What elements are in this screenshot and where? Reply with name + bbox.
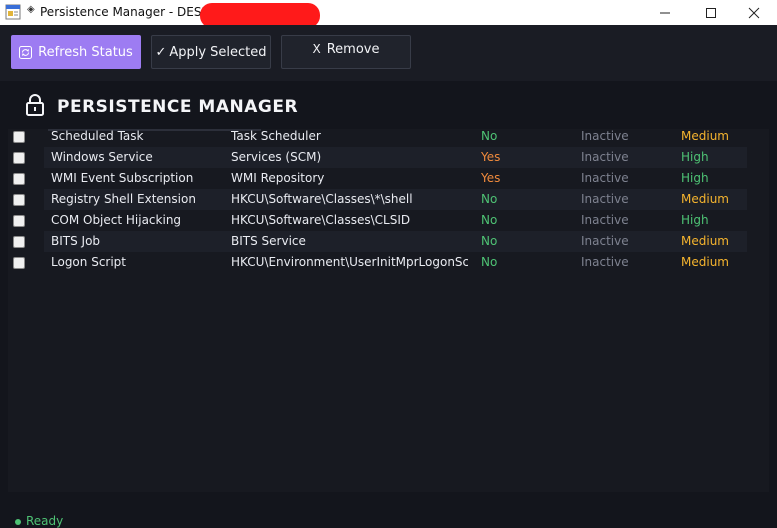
persistence-name: Windows Service (51, 150, 153, 164)
apply-selected-button[interactable]: ✓ Apply Selected (151, 35, 271, 69)
installed-value: No (481, 213, 498, 227)
title-bar: ◈ Persistence Manager - DESKTO (0, 0, 777, 28)
risk-value: High (681, 171, 709, 185)
refresh-status-button[interactable]: Refresh Status (11, 35, 141, 69)
risk-value: Medium (681, 129, 729, 143)
status-bar: Ready (0, 492, 777, 528)
remove-label: Remove (326, 42, 380, 57)
title-glyph-icon: ◈ (27, 4, 35, 15)
app-icon[interactable] (5, 4, 21, 20)
status-value: Inactive (581, 171, 629, 185)
row-checkbox[interactable] (13, 173, 25, 185)
risk-value: High (681, 213, 709, 227)
close-icon (748, 7, 760, 18)
row-checkbox[interactable] (13, 215, 25, 227)
page-header: PERSISTENCE MANAGER (0, 81, 777, 129)
minimize-icon (660, 12, 670, 13)
persistence-name: BITS Job (51, 234, 101, 248)
checkmark-icon: ✓ (155, 44, 167, 60)
row-checkbox[interactable] (13, 152, 25, 164)
list-item[interactable]: Logon Script HKCU\Environment\UserInitMpr… (8, 252, 769, 273)
persistence-name: Logon Script (51, 255, 126, 269)
status-value: Inactive (581, 192, 629, 206)
status-value: Inactive (581, 150, 629, 164)
persistence-location: HKCU\Software\Classes\CLSID (231, 213, 411, 227)
refresh-icon (19, 45, 33, 59)
maximize-button[interactable] (688, 0, 734, 25)
close-button[interactable] (731, 0, 777, 25)
installed-value: No (481, 234, 498, 248)
status-indicator-icon (15, 519, 21, 525)
persistence-location: Services (SCM) (231, 150, 322, 164)
status-value: Inactive (581, 234, 629, 248)
risk-value: Medium (681, 234, 729, 248)
list-item[interactable]: WMI Event Subscription WMI Repository Yes I… (8, 168, 769, 189)
page-title: PERSISTENCE MANAGER (57, 97, 299, 117)
list-item[interactable]: Registry Shell Extension HKCU\Software\Cl… (8, 189, 769, 210)
persistence-list[interactable]: Scheduled Task Task Scheduler No Inactive Me… (8, 129, 769, 492)
list-item[interactable]: COM Object Hijacking HKCU\Software\Classe… (8, 210, 769, 231)
list-item[interactable]: Scheduled Task Task Scheduler No Inactive Me… (8, 129, 769, 147)
status-value: Inactive (581, 255, 629, 269)
persistence-location: HKCU\Environment\UserInitMprLogonScript (231, 255, 468, 269)
risk-value: Medium (681, 255, 729, 269)
row-checkbox[interactable] (13, 236, 25, 248)
persistence-location: BITS Service (231, 234, 306, 248)
remove-button[interactable]: X Remove (281, 35, 411, 69)
persistence-name: Scheduled Task (51, 129, 144, 143)
refresh-status-label: Refresh Status (38, 44, 133, 60)
persistence-location: HKCU\Software\Classes\*\shell (231, 192, 413, 206)
risk-value: High (681, 150, 709, 164)
persistence-name: WMI Event Subscription (51, 171, 194, 185)
lock-icon (25, 94, 45, 119)
status-value: Inactive (581, 129, 629, 143)
row-checkbox[interactable] (13, 194, 25, 206)
apply-selected-label: Apply Selected (169, 44, 267, 60)
persistence-location: WMI Repository (231, 171, 325, 185)
installed-value: No (481, 192, 498, 206)
x-icon: X (312, 42, 321, 56)
installed-value: Yes (481, 150, 501, 164)
installed-value: No (481, 255, 498, 269)
list-item[interactable]: Windows Service Services (SCM) Yes Inactive… (8, 147, 769, 168)
persistence-location: Task Scheduler (231, 129, 321, 143)
installed-value: Yes (481, 171, 501, 185)
persistence-name: COM Object Hijacking (51, 213, 182, 227)
persistence-name: Registry Shell Extension (51, 192, 196, 206)
row-checkbox[interactable] (13, 257, 25, 269)
window-title: Persistence Manager - DESKTO (40, 5, 226, 19)
list-item[interactable]: BITS Job BITS Service No Inactive Medium (8, 231, 769, 252)
installed-value: No (481, 129, 498, 143)
risk-value: Medium (681, 192, 729, 206)
minimize-button[interactable] (642, 0, 688, 25)
status-text: Ready (26, 514, 64, 528)
toolbar: Refresh Status ✓ Apply Selected X Remove (0, 25, 777, 81)
row-checkbox[interactable] (13, 131, 25, 143)
status-value: Inactive (581, 213, 629, 227)
maximize-icon (706, 7, 716, 18)
